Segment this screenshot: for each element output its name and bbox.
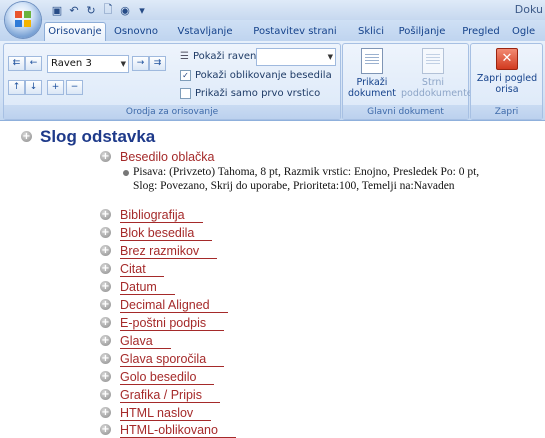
chevron-down-icon: ▼ — [120, 60, 126, 68]
expand-plus-icon[interactable]: + — [21, 131, 32, 142]
expand-plus-icon[interactable]: + — [100, 317, 111, 328]
master-document-group: Prikaži dokument Strni poddokumente Glav… — [342, 43, 473, 120]
promote-icon[interactable]: ← — [25, 56, 42, 71]
demote-to-body-icon[interactable]: ⇉ — [149, 56, 166, 71]
style-description: Pisava: (Privzeto) Tahoma, 8 pt, Razmik … — [133, 166, 480, 192]
collapse-subdocuments-button[interactable]: Strni poddokumente — [401, 48, 473, 99]
show-document-button[interactable]: Prikaži dokument — [346, 48, 398, 99]
collapse-icon[interactable]: − — [66, 80, 83, 95]
checkbox-checked-icon: ✓ — [180, 70, 191, 81]
redo-icon[interactable]: ↻ — [84, 4, 98, 17]
tab-posiljanje[interactable]: Pošiljanje — [396, 23, 448, 41]
tab-sklici[interactable]: Sklici — [350, 23, 392, 41]
outline-item[interactable]: Brez razmikov — [120, 244, 218, 259]
expand-plus-icon[interactable]: + — [100, 389, 111, 400]
outline-item[interactable]: Citat — [120, 262, 164, 277]
outline-item[interactable]: Glava — [120, 334, 171, 349]
office-logo-icon — [15, 11, 31, 27]
show-level-control: ☰ Pokaži raven: — [180, 51, 260, 62]
show-level-select[interactable]: ▼ — [256, 48, 336, 66]
bullet-icon — [123, 170, 129, 176]
close-outline-view-button[interactable]: ✕ Zapri pogled orisa — [475, 48, 539, 95]
expand-plus-icon[interactable]: + — [100, 335, 111, 346]
outline-item[interactable]: HTML naslov — [120, 406, 212, 421]
undo-icon[interactable]: ↶ — [67, 4, 81, 17]
office-button[interactable] — [5, 2, 41, 38]
save-icon[interactable]: ▣ — [50, 4, 64, 17]
outline-item[interactable]: Besedilo oblačka — [120, 150, 215, 164]
page-title: Slog odstavka — [40, 127, 156, 146]
outline-tools-group: ⇇ ← Raven 3 ▼ → ⇉ ↑ ↓ + − ☰ Pokaži raven… — [3, 43, 341, 120]
move-down-icon[interactable]: ↓ — [25, 80, 42, 95]
expand-plus-icon[interactable]: + — [100, 209, 111, 220]
subdocuments-icon — [422, 48, 444, 74]
expand-plus-icon[interactable]: + — [100, 245, 111, 256]
expand-plus-icon[interactable]: + — [100, 299, 111, 310]
ribbon-tabs: Orisovanje Osnovno Vstavljanje Postavite… — [0, 20, 545, 42]
tab-osnovno[interactable]: Osnovno — [111, 23, 161, 41]
outline-item[interactable]: Decimal Aligned — [120, 298, 228, 313]
chevron-down-icon: ▼ — [327, 53, 333, 61]
help-icon[interactable]: ◉ — [118, 4, 132, 17]
window-title: Doku — [514, 3, 543, 16]
master-document-group-label: Glavni dokument — [343, 105, 468, 119]
show-document-icon — [361, 48, 383, 74]
expand-icon[interactable]: + — [47, 80, 64, 95]
tab-vstavljanje[interactable]: Vstavljanje — [172, 23, 238, 41]
outline-item[interactable]: Golo besedilo — [120, 370, 215, 385]
tab-ogled[interactable]: Ogle — [512, 23, 545, 41]
close-group: ✕ Zapri pogled orisa Zapri — [470, 43, 543, 120]
expand-plus-icon[interactable]: + — [100, 353, 111, 364]
quick-access-toolbar: ▣ ↶ ↻ 🗋 ◉ ▾ — [44, 2, 149, 18]
outline-tools-group-label: Orodja za orisovanje — [4, 105, 340, 119]
expand-plus-icon[interactable]: + — [100, 371, 111, 382]
print-preview-icon[interactable]: 🗋 — [101, 1, 115, 20]
expand-plus-icon[interactable]: + — [100, 424, 111, 435]
checkbox-unchecked-icon — [180, 88, 191, 99]
outline-item[interactable]: Blok besedila — [120, 226, 213, 241]
tab-pregled[interactable]: Pregled — [459, 23, 503, 41]
close-icon: ✕ — [496, 48, 518, 70]
outline-item[interactable]: E-poštni podpis — [120, 316, 225, 331]
document-outline: + Slog odstavka + Besedilo oblačka Pisav… — [0, 121, 545, 438]
show-text-formatting-checkbox[interactable]: ✓ Pokaži oblikovanje besedila — [180, 70, 332, 81]
outline-item[interactable]: Grafika / Pripis — [120, 388, 220, 403]
outline-item[interactable]: HTML-oblikovano — [120, 423, 236, 438]
ribbon: ⇇ ← Raven 3 ▼ → ⇉ ↑ ↓ + − ☰ Pokaži raven… — [0, 41, 545, 121]
show-first-line-checkbox[interactable]: Prikaži samo prvo vrstico — [180, 88, 320, 99]
promote-to-heading1-icon[interactable]: ⇇ — [8, 56, 25, 71]
outline-item[interactable]: Datum — [120, 280, 175, 295]
outline-item[interactable]: Glava sporočila — [120, 352, 225, 367]
show-level-icon: ☰ — [180, 51, 189, 62]
title-bar: ▣ ↶ ↻ 🗋 ◉ ▾ Doku — [0, 0, 545, 20]
demote-icon[interactable]: → — [132, 56, 149, 71]
close-group-label: Zapri — [471, 105, 542, 119]
customize-qat-icon[interactable]: ▾ — [135, 4, 149, 17]
outline-level-select[interactable]: Raven 3 ▼ — [47, 55, 129, 73]
tab-orisovanje[interactable]: Orisovanje — [44, 22, 106, 42]
expand-plus-icon[interactable]: + — [100, 281, 111, 292]
expand-plus-icon[interactable]: + — [100, 151, 111, 162]
outline-item[interactable]: Bibliografija — [120, 208, 203, 223]
tab-postavitev-strani[interactable]: Postavitev strani — [249, 23, 341, 41]
expand-plus-icon[interactable]: + — [100, 227, 111, 238]
move-up-icon[interactable]: ↑ — [8, 80, 25, 95]
expand-plus-icon[interactable]: + — [100, 407, 111, 418]
expand-plus-icon[interactable]: + — [100, 263, 111, 274]
